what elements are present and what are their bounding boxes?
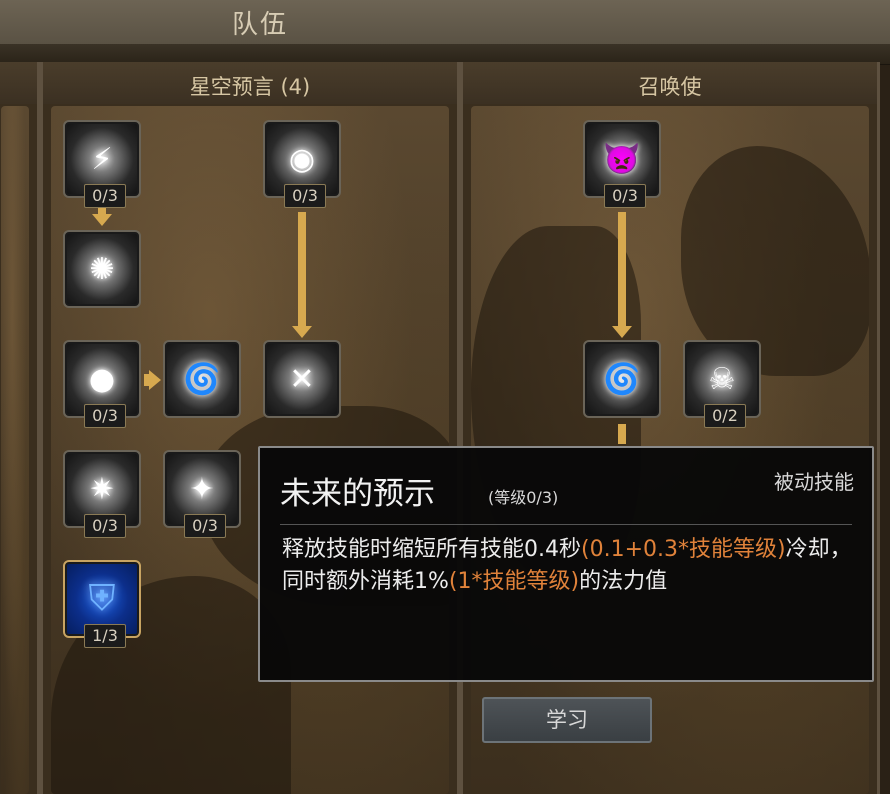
skill-level-badge: 0/3 xyxy=(604,184,646,208)
column-title: 召唤使 xyxy=(463,62,877,104)
skill-column-partial xyxy=(0,62,40,794)
top-bar: 队伍 xyxy=(0,0,890,46)
skill-column-summoner: 召唤使 xyxy=(460,62,880,794)
cross-slash-icon: ✕ xyxy=(289,361,315,397)
skill-level-badge: 0/3 xyxy=(84,514,126,538)
window-title: 队伍 xyxy=(232,10,289,40)
connector-line xyxy=(298,212,306,326)
tooltip-description: 释放技能时缩短所有技能0.4秒(0.1+0.3*技能等级)冷却，同时额外消耗1%… xyxy=(282,534,862,598)
skill-shield-icon[interactable]: ⛨ 1/3 xyxy=(63,560,141,648)
desc-text: 的法力值 xyxy=(579,569,668,594)
skill-void-orb-icon[interactable]: ◉ 0/3 xyxy=(263,120,341,208)
skill-level-badge: 0/2 xyxy=(704,404,746,428)
tooltip-skill-level: (等级0/3) xyxy=(488,488,559,507)
skill-imp-summon-icon[interactable]: 👿 0/3 xyxy=(583,120,661,208)
connector-arrow xyxy=(612,326,632,338)
burst-icon: ✺ xyxy=(89,251,115,287)
skill-shadow-orb-icon[interactable]: ● 0/3 xyxy=(63,340,141,428)
column-header-partial xyxy=(0,62,37,104)
skill-skull-icon[interactable]: ☠ 0/2 xyxy=(683,340,761,428)
skill-level-badge: 0/3 xyxy=(84,184,126,208)
skill-vortex-summon-icon[interactable]: 🌀 xyxy=(583,340,661,418)
vortex-icon: 🌀 xyxy=(183,361,221,397)
column-body-partial xyxy=(1,106,29,794)
skill-light-pillar-icon[interactable]: ✦ 0/3 xyxy=(163,450,241,538)
skill-tooltip: 未来的预示 (等级0/3) 被动技能 释放技能时缩短所有技能0.4秒(0.1+0… xyxy=(258,446,874,682)
skill-burst-icon[interactable]: ✺ xyxy=(63,230,141,308)
skill-level-badge: 0/3 xyxy=(284,184,326,208)
tooltip-skill-name: 未来的预示 xyxy=(280,476,435,512)
column-title: 星空预言 (4) xyxy=(43,62,457,104)
connector-arrow xyxy=(149,370,161,390)
skill-eruption-icon[interactable]: ✷ 0/3 xyxy=(63,450,141,538)
skill-level-badge: 1/3 xyxy=(84,624,126,648)
skill-lightning-icon[interactable]: ⚡ 0/3 xyxy=(63,120,141,208)
connector-arrow xyxy=(292,326,312,338)
tooltip-divider xyxy=(280,524,852,525)
skill-vortex-icon[interactable]: 🌀 xyxy=(163,340,241,418)
skill-level-badge: 0/3 xyxy=(84,404,126,428)
connector-line xyxy=(618,212,626,326)
tooltip-skill-type: 被动技能 xyxy=(774,470,854,494)
learn-button[interactable]: 学习 xyxy=(482,697,652,743)
desc-formula: (1*技能等级) xyxy=(448,569,580,594)
connector-arrow xyxy=(92,214,112,226)
skill-level-badge: 0/3 xyxy=(184,514,226,538)
connector-line xyxy=(618,424,626,444)
vortex-icon: 🌀 xyxy=(603,361,641,397)
skill-cross-slash-icon[interactable]: ✕ xyxy=(263,340,341,418)
desc-text: 释放技能时缩短所有技能0.4秒 xyxy=(282,537,581,562)
desc-formula: (0.1+0.3*技能等级) xyxy=(581,537,786,562)
